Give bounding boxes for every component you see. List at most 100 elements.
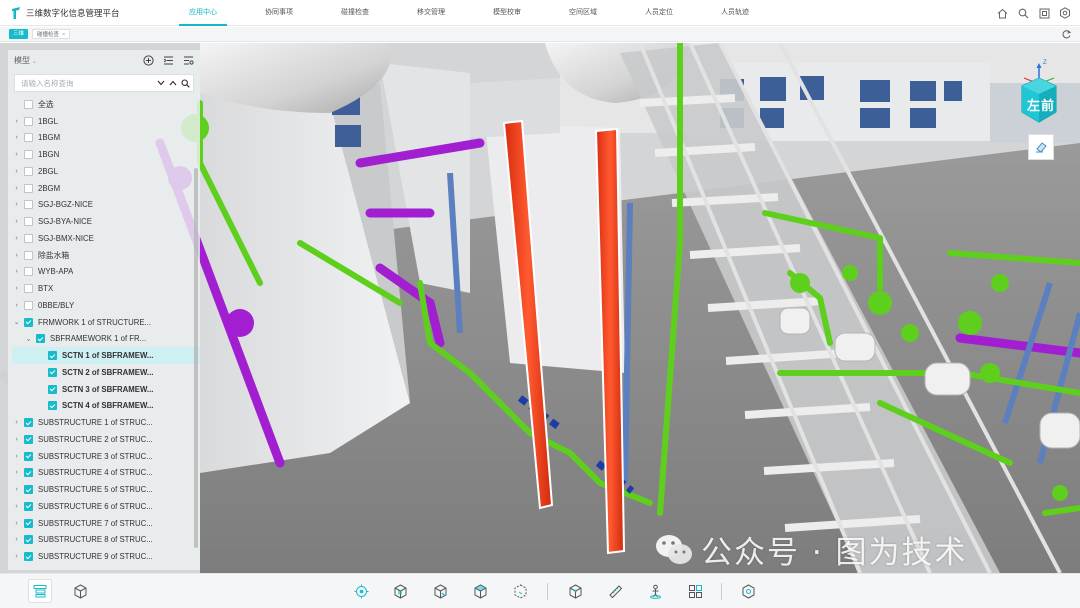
expand-right-icon[interactable]: › [12, 151, 21, 158]
tree-checkbox[interactable] [24, 535, 33, 545]
cube-explode-button[interactable] [508, 579, 532, 603]
tree-row[interactable]: ⌄ FRMWORK 1 of STRUCTURE... [12, 314, 200, 331]
tree-row[interactable]: › SGJ-BGZ-NICE [12, 197, 200, 214]
cube-wire-button[interactable] [428, 579, 452, 603]
measure-cube-button[interactable] [563, 579, 587, 603]
search-input[interactable] [21, 78, 154, 88]
nav-item[interactable]: 碰撞检查 [317, 0, 393, 26]
search-icon[interactable] [1016, 6, 1030, 20]
tree-checkbox[interactable] [24, 267, 33, 277]
tree-checkbox[interactable] [24, 183, 33, 193]
tree-scrollbar[interactable] [194, 168, 198, 548]
list-filter-icon[interactable] [163, 55, 174, 66]
expand-right-icon[interactable]: › [12, 201, 21, 208]
tab-3d[interactable]: 三维 [9, 29, 29, 39]
expand-right-icon[interactable]: › [12, 252, 21, 259]
tree-checkbox[interactable] [24, 284, 33, 294]
fullscreen-icon[interactable] [1037, 6, 1051, 20]
cube-settings-button[interactable] [736, 579, 760, 603]
tree-row[interactable]: › SUBSTRUCTURE 9 of STRUC... [12, 548, 200, 565]
tree-row[interactable]: › SUBSTRUCTURE 8 of STRUC... [12, 532, 200, 549]
tab-close-icon[interactable]: × [62, 32, 65, 38]
view-cube-face-left[interactable]: 左 [1027, 95, 1040, 114]
expand-right-icon[interactable]: › [12, 235, 21, 242]
tree-row[interactable]: › SUBSTRUCTURE 2 of STRUC... [12, 431, 200, 448]
settings-icon[interactable] [1058, 6, 1072, 20]
view-cube[interactable]: 左 前 Z [1018, 60, 1060, 124]
expand-down-icon[interactable]: ⌄ [12, 318, 21, 326]
expand-down-icon[interactable]: ⌄ [24, 335, 33, 343]
tree-row[interactable]: › BTX [12, 280, 200, 297]
panel-title[interactable]: 模型 ⌄ [14, 55, 37, 66]
tree-row[interactable]: ⌄ SBFRAMEWORK 1 of FR... [12, 331, 200, 348]
tree-checkbox[interactable] [48, 384, 57, 394]
tree-checkbox[interactable] [24, 200, 33, 210]
expand-right-icon[interactable]: › [12, 520, 21, 527]
expand-right-icon[interactable]: › [12, 285, 21, 292]
tree-row[interactable]: › SUBSTRUCTURE 5 of STRUC... [12, 481, 200, 498]
nav-item[interactable]: 人员定位 [621, 0, 697, 26]
expand-right-icon[interactable]: › [12, 419, 21, 426]
tree-checkbox[interactable] [48, 367, 57, 377]
expand-right-icon[interactable]: › [12, 469, 21, 476]
chevron-up-icon[interactable] [168, 77, 178, 89]
tree-row[interactable]: › SGJ-BMX-NICE [12, 230, 200, 247]
tree-checkbox[interactable] [24, 451, 33, 461]
tree-checkbox[interactable] [24, 166, 33, 176]
tree-checkbox[interactable] [24, 434, 33, 444]
tree-checkbox[interactable] [24, 317, 33, 327]
nav-item[interactable]: 空间区域 [545, 0, 621, 26]
tree-row[interactable]: › SUBSTRUCTURE 4 of STRUC... [12, 465, 200, 482]
expand-right-icon[interactable]: › [12, 486, 21, 493]
tree-row[interactable]: › WYB-APA [12, 264, 200, 281]
nav-item[interactable]: 移交管理 [393, 0, 469, 26]
tree-row[interactable]: › 2BGL [12, 163, 200, 180]
tree-row[interactable]: SCTN 4 of SBFRAMEW... [12, 398, 200, 415]
tab-collision-check[interactable]: 碰撞检查 × [32, 29, 71, 39]
tree-row[interactable]: › 除盐水箱 [12, 247, 200, 264]
person-roam-button[interactable] [643, 579, 667, 603]
tree-row[interactable]: SCTN 3 of SBFRAMEW... [12, 381, 200, 398]
tree-checkbox[interactable] [24, 468, 33, 478]
list-settings-icon[interactable] [183, 55, 194, 66]
tree-checkbox[interactable] [48, 351, 57, 361]
tree-checkbox[interactable] [24, 418, 33, 428]
refresh-icon[interactable] [1061, 29, 1072, 40]
tree-row[interactable]: › SUBSTRUCTURE 6 of STRUC... [12, 498, 200, 515]
tree-row[interactable]: SCTN 1 of SBFRAMEW... [12, 347, 200, 364]
cube-view-button[interactable] [388, 579, 412, 603]
tree-checkbox[interactable] [36, 334, 45, 344]
nav-item[interactable]: 协同事项 [241, 0, 317, 26]
expand-right-icon[interactable]: › [12, 302, 21, 309]
tree-checkbox[interactable] [24, 485, 33, 495]
search-icon[interactable] [180, 77, 190, 89]
ruler-button[interactable] [603, 579, 627, 603]
tree-row[interactable]: SCTN 2 of SBFRAMEW... [12, 364, 200, 381]
tree-checkbox[interactable] [24, 99, 33, 109]
expand-right-icon[interactable]: › [12, 185, 21, 192]
tree-row[interactable]: › 1BGN [12, 146, 200, 163]
tree-checkbox[interactable] [24, 116, 33, 126]
tree-row[interactable]: 全选 [12, 96, 200, 113]
expand-right-icon[interactable]: › [12, 134, 21, 141]
tree-checkbox[interactable] [24, 300, 33, 310]
tree-row[interactable]: › 1BGL [12, 113, 200, 130]
expand-right-icon[interactable]: › [12, 168, 21, 175]
nav-item[interactable]: 人员轨迹 [697, 0, 773, 26]
nav-item[interactable]: 模型校审 [469, 0, 545, 26]
expand-right-icon[interactable]: › [12, 536, 21, 543]
expand-right-icon[interactable]: › [12, 436, 21, 443]
tree-checkbox[interactable] [24, 250, 33, 260]
tree-row[interactable]: › SGJ-BYA-NICE [12, 213, 200, 230]
tree-checkbox[interactable] [24, 217, 33, 227]
nav-item[interactable]: 应用中心 [165, 0, 241, 26]
tree-checkbox[interactable] [24, 501, 33, 511]
tree-checkbox[interactable] [24, 552, 33, 562]
add-circle-icon[interactable] [143, 54, 154, 66]
expand-right-icon[interactable]: › [12, 503, 21, 510]
expand-right-icon[interactable]: › [12, 118, 21, 125]
cube-section-button[interactable] [468, 579, 492, 603]
expand-right-icon[interactable]: › [12, 218, 21, 225]
tree-checkbox[interactable] [24, 233, 33, 243]
scrollbar-thumb[interactable] [194, 168, 198, 548]
